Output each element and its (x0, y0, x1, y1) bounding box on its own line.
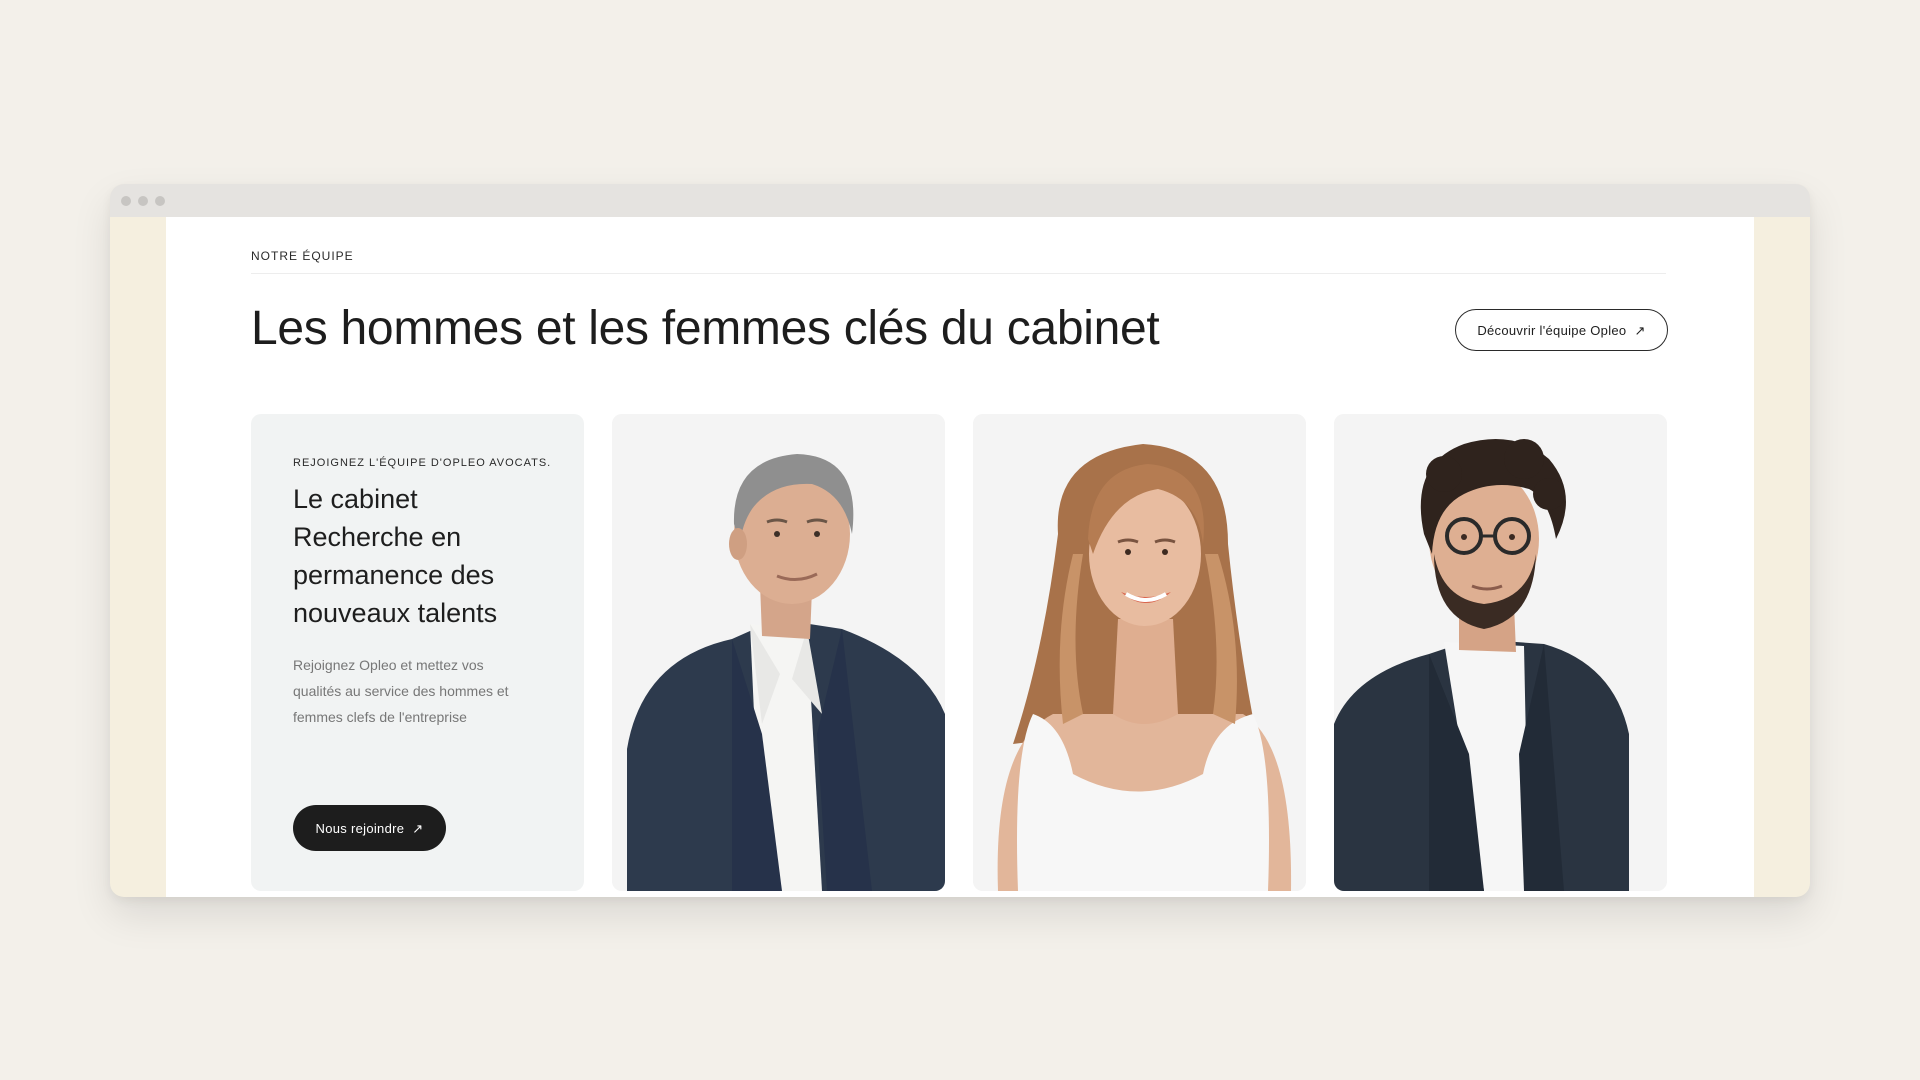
browser-window: NOTRE ÉQUIPE Les hommes et les femmes cl… (110, 184, 1810, 897)
team-member-card[interactable] (1334, 414, 1667, 891)
window-dot-icon[interactable] (121, 196, 131, 206)
team-member-card[interactable] (973, 414, 1306, 891)
arrow-up-right-icon: ↗ (412, 820, 424, 836)
team-member-photo (612, 414, 945, 891)
browser-titlebar (110, 184, 1810, 217)
join-title: Le cabinet Recherche en permanence des n… (293, 484, 498, 628)
window-dot-icon[interactable] (138, 196, 148, 206)
team-member-photo (1334, 414, 1667, 891)
team-section: NOTRE ÉQUIPE Les hommes et les femmes cl… (166, 217, 1754, 897)
arrow-up-right-icon: ↗ (1634, 322, 1646, 338)
discover-team-label: Découvrir l'équipe Opleo (1477, 322, 1627, 338)
page-title: Les hommes et les femmes clés du cabinet (251, 302, 1160, 355)
team-member-card[interactable] (612, 414, 945, 891)
window-dot-icon[interactable] (155, 196, 165, 206)
divider (251, 273, 1666, 274)
section-eyebrow: NOTRE ÉQUIPE (251, 249, 354, 263)
join-card: REJOIGNEZ L'ÉQUIPE D'OPLEO AVOCATS. Le c… (251, 414, 584, 891)
join-description: Rejoignez Opleo et mettez vos qualités a… (293, 657, 509, 725)
join-eyebrow: REJOIGNEZ L'ÉQUIPE D'OPLEO AVOCATS. (293, 457, 552, 469)
team-member-photo (973, 414, 1306, 891)
join-us-button[interactable]: Nous rejoindre ↗ (293, 805, 446, 851)
join-us-label: Nous rejoindre (315, 820, 405, 836)
discover-team-button[interactable]: Découvrir l'équipe Opleo ↗ (1455, 309, 1668, 351)
